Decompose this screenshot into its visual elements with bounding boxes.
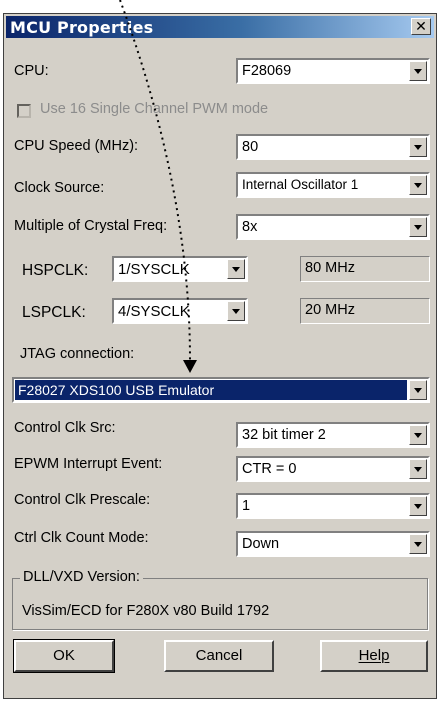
- annotation-arrowhead: [183, 360, 197, 373]
- annotation-arrow-path: [119, 0, 191, 361]
- annotation-arrow: [119, 0, 197, 373]
